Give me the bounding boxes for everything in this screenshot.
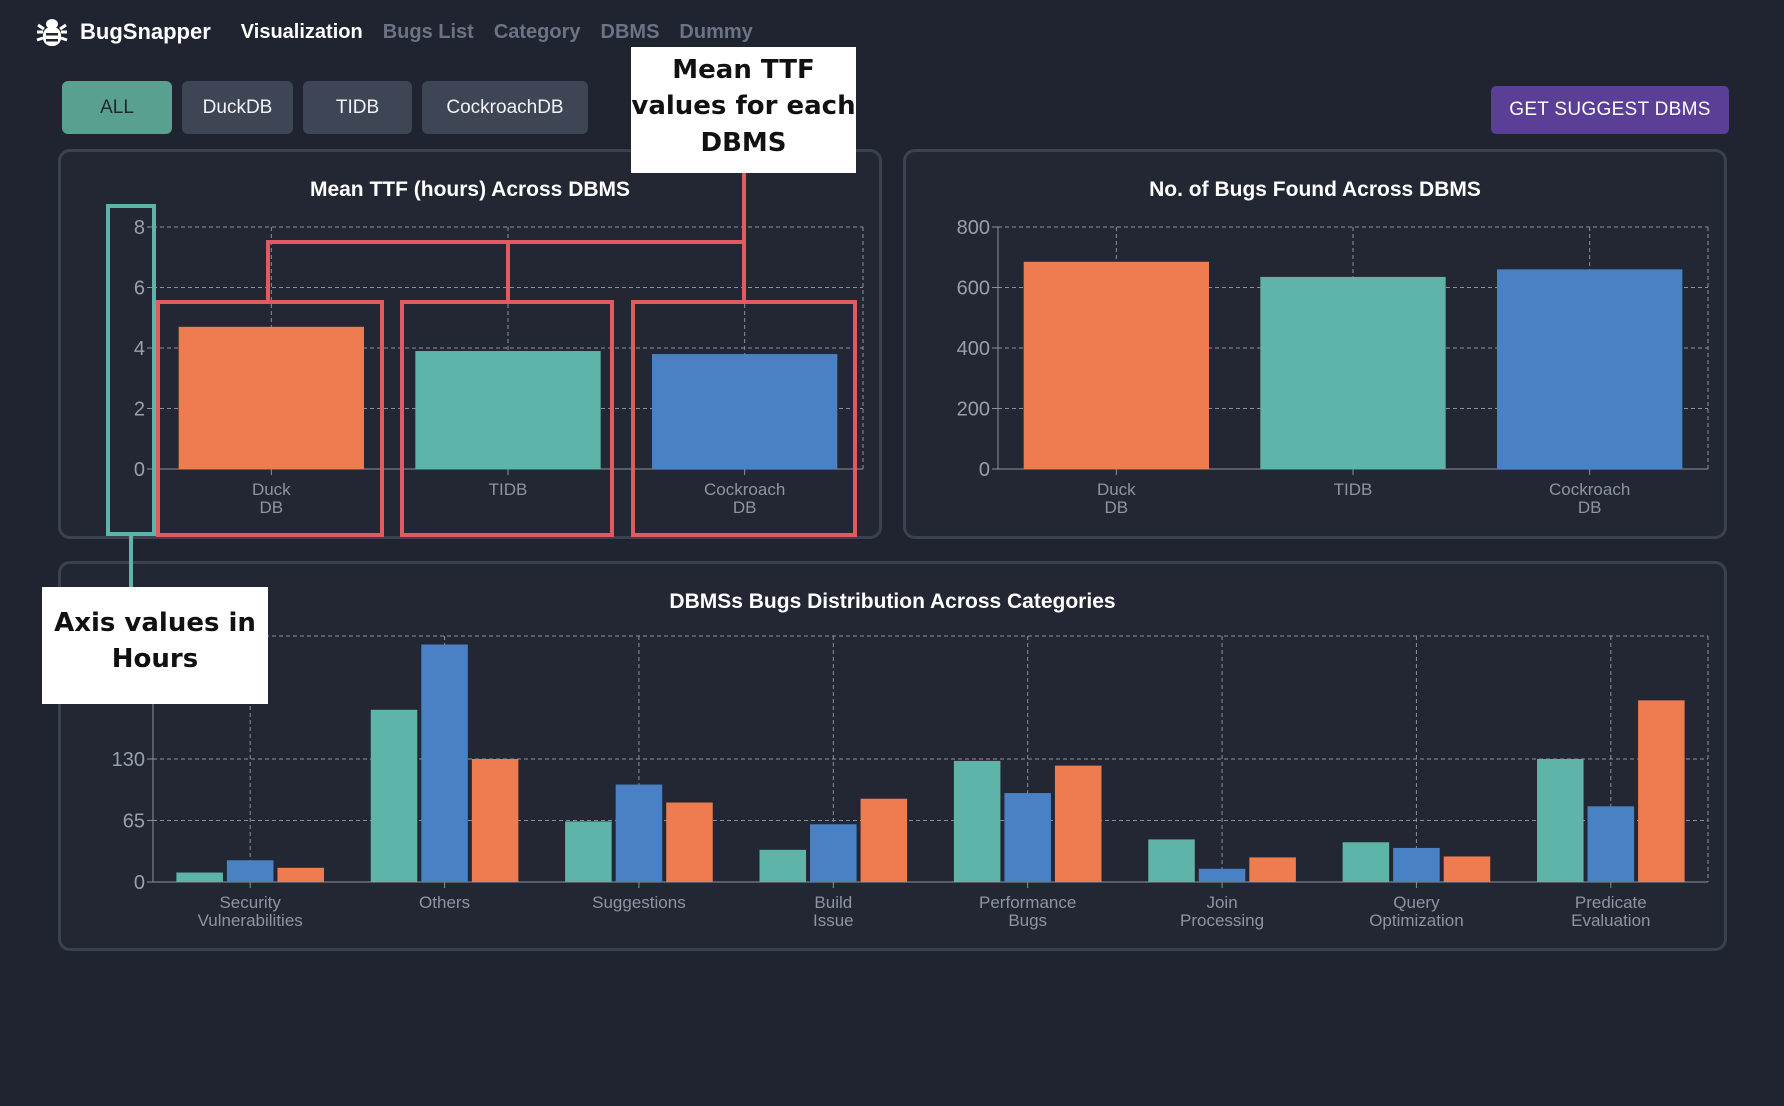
bug-count-chart: 0200400600800DuckDBTIDB CockroachDB — [957, 217, 1709, 517]
bug-icon — [36, 19, 68, 46]
ttf-note-line-2: values for each — [631, 91, 856, 122]
bar — [1638, 700, 1685, 882]
bar — [953, 760, 1001, 882]
ttf-note-line-1: Mean TTF — [672, 55, 815, 85]
x-tick-label: DB — [733, 498, 757, 517]
y-tick-label: 0 — [134, 459, 145, 481]
bar — [1198, 868, 1246, 882]
bar — [1497, 269, 1683, 469]
bar — [370, 709, 418, 882]
bar — [1443, 856, 1491, 882]
x-tick-label: TIDB — [1334, 480, 1373, 499]
bar — [860, 798, 908, 882]
y-tick-label: 400 — [957, 338, 990, 360]
bar — [1004, 793, 1051, 882]
x-tick-label: TIDB — [489, 480, 528, 499]
y-tick-label: 2 — [134, 399, 145, 421]
bar — [1537, 759, 1584, 882]
filter-cockroachdb-button[interactable]: CockroachDB — [422, 81, 588, 134]
category-distribution-chart: 0 65 130 SecurityVulnerabilities Others Sugge… — [112, 635, 1709, 930]
x-tick-label: Security — [219, 893, 281, 912]
brand[interactable]: BugSnapper — [34, 14, 211, 50]
nav-dummy[interactable]: Dummy — [679, 21, 752, 44]
x-tick-label: Others — [419, 893, 470, 912]
bar — [277, 867, 324, 882]
axis-note-line-2: Hours — [111, 644, 199, 675]
y-tick-label: 600 — [957, 278, 990, 300]
filter-tidb-button[interactable]: TIDB — [303, 81, 412, 134]
x-tick-label: Query — [1393, 893, 1440, 912]
filter-duckdb-button[interactable]: DuckDB — [182, 81, 293, 134]
x-tick-label: Optimization — [1369, 911, 1463, 930]
axis-annotation-note: Axis values in Hours — [42, 587, 268, 704]
bar — [759, 849, 807, 882]
nav-category[interactable]: Category — [494, 21, 581, 44]
y-tick-label: 130 — [112, 749, 145, 771]
x-tick-label: Duck — [252, 480, 291, 499]
mean-ttf-panel: Mean TTF (hours) Across DBMS 0 2 4 6 8 Duck DB… — [58, 149, 882, 539]
bar — [652, 354, 838, 469]
bar — [471, 759, 519, 882]
bug-count-panel: No. of Bugs Found Across DBMS 0 200 400 600… — [903, 149, 1727, 539]
x-tick-label: DB — [1578, 498, 1602, 517]
bar — [1249, 857, 1296, 882]
x-tick-label: Join — [1206, 893, 1237, 912]
x-tick-label: Predicate — [1575, 893, 1647, 912]
x-tick-label: Bugs — [1008, 911, 1047, 930]
y-tick-label: 200 — [957, 399, 990, 421]
bar — [565, 821, 612, 882]
x-tick-label: Suggestions — [592, 893, 686, 912]
x-tick-label: Duck — [1097, 480, 1136, 499]
dbms-filter-group: ALL DuckDB TIDB CockroachDB — [62, 81, 588, 134]
filter-all-button[interactable]: ALL — [62, 81, 172, 134]
x-tick-label: Build — [814, 893, 852, 912]
top-nav: BugSnapper Visualization Bugs List Categ… — [34, 12, 773, 52]
x-tick-label: DB — [260, 498, 284, 517]
bar — [810, 824, 857, 882]
x-tick-label: Vulnerabilities — [198, 911, 303, 930]
x-tick-label: Issue — [813, 911, 854, 930]
y-tick-label: 8 — [134, 217, 145, 239]
ttf-note-line-3: DBMS — [700, 127, 787, 158]
category-distribution-panel: DBMSs Bugs Distribution Across Categorie… — [58, 561, 1727, 951]
bar — [421, 644, 468, 882]
x-tick-label: DB — [1105, 498, 1129, 517]
bar — [415, 351, 601, 469]
bar — [1054, 765, 1102, 882]
y-tick-label: 0 — [979, 459, 990, 481]
nav-bugs-list[interactable]: Bugs List — [383, 21, 474, 44]
y-tick-label: 4 — [134, 338, 145, 360]
nav-visualization[interactable]: Visualization — [241, 21, 363, 44]
y-tick-label: 65 — [123, 811, 145, 833]
brand-name: BugSnapper — [80, 19, 211, 44]
x-tick-label: Processing — [1180, 911, 1264, 930]
bar — [1342, 842, 1390, 882]
axis-note-line-1: Axis values in — [54, 608, 256, 638]
x-tick-label: Cockroach — [704, 480, 785, 499]
x-tick-label: Cockroach — [1549, 480, 1630, 499]
suggest-dbms-button[interactable]: GET SUGGEST DBMS — [1491, 86, 1729, 134]
y-tick-label: 6 — [134, 278, 145, 300]
ttf-annotation-note: Mean TTF values for each DBMS — [631, 47, 856, 173]
bar — [1148, 839, 1195, 882]
bar — [615, 784, 663, 882]
mean-ttf-chart: 02468DuckDBTIDB CockroachDB — [134, 217, 864, 517]
bar — [176, 872, 223, 882]
bar — [178, 326, 364, 469]
bar — [1023, 261, 1209, 469]
x-tick-label: Evaluation — [1571, 911, 1650, 930]
y-tick-label: 800 — [957, 217, 990, 239]
x-tick-label: Performance — [979, 893, 1076, 912]
bar — [1260, 276, 1446, 469]
bar — [1393, 847, 1440, 882]
bar — [1587, 806, 1635, 882]
bar — [666, 802, 713, 882]
bar — [226, 860, 274, 882]
y-tick-label: 0 — [134, 872, 145, 894]
nav-dbms[interactable]: DBMS — [601, 21, 660, 44]
